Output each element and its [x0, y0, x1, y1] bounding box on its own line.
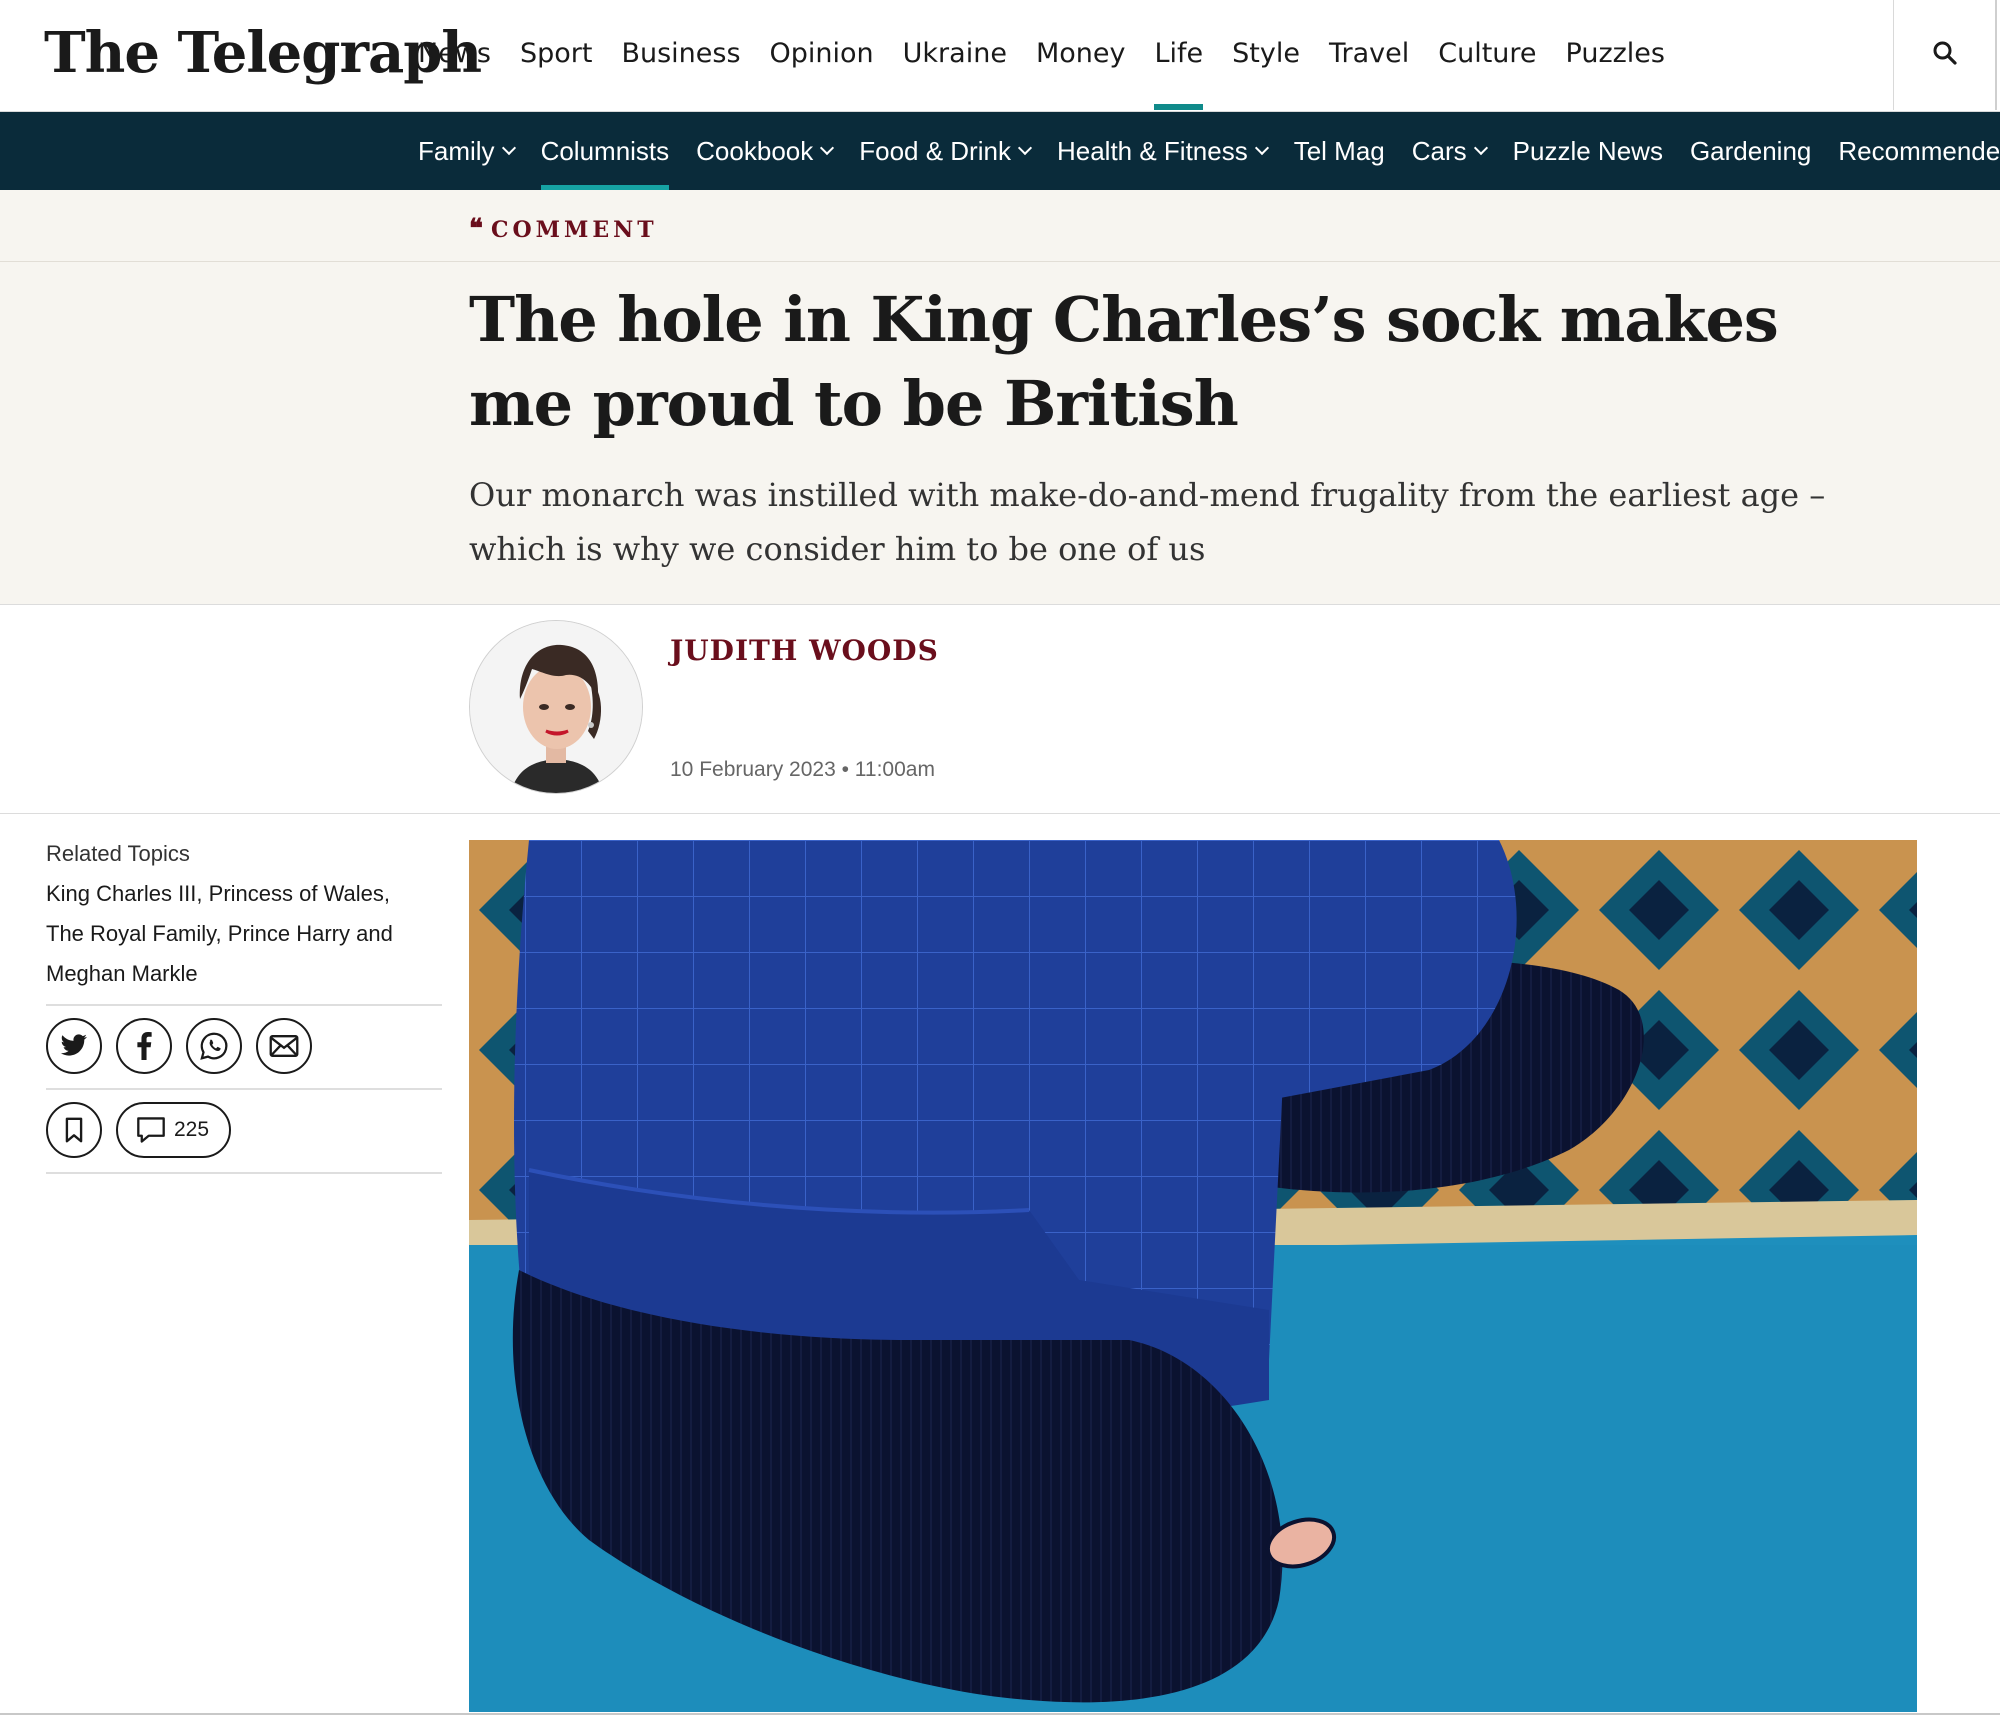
subnav-item-tel-mag[interactable]: Tel Mag [1294, 112, 1385, 190]
comment-icon [137, 1117, 165, 1143]
main-nav: News Sport Business Opinion Ukraine Mone… [418, 0, 1694, 110]
share-facebook-button[interactable] [116, 1018, 172, 1074]
search-icon [1933, 41, 1957, 65]
author-portrait [470, 621, 642, 793]
subnav-item-cookbook[interactable]: Cookbook [696, 112, 835, 190]
site-header: The Telegraph News Sport Business Opinio… [0, 0, 2000, 112]
page-divider [0, 1713, 2000, 1715]
nav-item-style[interactable]: Style [1232, 0, 1300, 110]
sock-photo [469, 840, 1917, 1712]
site-logo[interactable]: The Telegraph [44, 18, 482, 88]
byline: JUDITH WOODS 10 February 2023 • 11:00am [0, 606, 2000, 814]
search-button[interactable] [1893, 0, 1997, 110]
twitter-icon [60, 1034, 87, 1056]
nav-item-travel[interactable]: Travel [1329, 0, 1409, 110]
bookmark-button[interactable] [46, 1102, 102, 1158]
divider [46, 1172, 442, 1174]
publish-date: 10 February 2023 • 11:00am [670, 758, 935, 781]
article-sidebar: Related Topics King Charles III, Princes… [46, 836, 442, 1174]
nav-item-business[interactable]: Business [621, 0, 740, 110]
kicker-row: ❝ COMMENT [0, 190, 2000, 262]
related-topic-link[interactable]: The Royal Family [46, 921, 216, 946]
subnav-item-puzzle-news[interactable]: Puzzle News [1513, 112, 1663, 190]
subnav-item-cars[interactable]: Cars [1411, 112, 1488, 190]
subnav-item-food-drink[interactable]: Food & Drink [859, 112, 1033, 190]
nav-item-sport[interactable]: Sport [520, 0, 592, 110]
share-twitter-button[interactable] [46, 1018, 102, 1074]
subnav-label: Puzzle News [1512, 136, 1663, 166]
subnav-item-gardening[interactable]: Gardening [1690, 112, 1811, 190]
subnav-label: Gardening [1689, 136, 1812, 166]
related-topics-label: Related Topics [46, 841, 190, 866]
kicker-label: COMMENT [491, 217, 658, 243]
section-subnav: Family Columnists Cookbook Food & Drink … [0, 112, 2000, 190]
article-header: ❝ COMMENT The hole in King Charles’s sock… [0, 190, 2000, 605]
whatsapp-icon [200, 1032, 228, 1060]
article-headline: The hole in King Charles’s sock makes me… [469, 283, 1779, 440]
share-email-button[interactable] [256, 1018, 312, 1074]
subnav-label: Recommended [1838, 136, 2000, 166]
article-standfirst: Our monarch was instilled with make-do-a… [469, 476, 1826, 568]
chevron-down-icon [1017, 140, 1033, 156]
nav-item-puzzles[interactable]: Puzzles [1566, 0, 1665, 110]
nav-item-news[interactable]: News [418, 0, 491, 110]
comments-button[interactable]: 225 [116, 1102, 232, 1158]
share-buttons [46, 1006, 442, 1088]
article-actions: 225 [46, 1090, 442, 1172]
bookmark-icon [65, 1117, 83, 1143]
facebook-icon [137, 1032, 152, 1060]
subnav-item-columnists[interactable]: Columnists [540, 112, 670, 190]
subnav-item-health-fitness[interactable]: Health & Fitness [1056, 112, 1269, 190]
subnav-item-recommended[interactable]: Recommended [1838, 112, 2000, 190]
subnav-label: Tel Mag [1293, 136, 1385, 166]
comment-count: 225 [174, 1118, 210, 1141]
nav-item-money[interactable]: Money [1036, 0, 1126, 110]
share-whatsapp-button[interactable] [186, 1018, 242, 1074]
subnav-label: Health & Fitness [1056, 136, 1248, 166]
nav-item-life[interactable]: Life [1154, 0, 1203, 110]
subnav-label: Family [418, 136, 495, 166]
chevron-down-icon [820, 140, 835, 156]
related-topics-list: King Charles III, Princess of Wales, The… [46, 881, 393, 986]
chevron-down-icon [1473, 140, 1488, 156]
subnav-item-family[interactable]: Family [418, 112, 516, 190]
subnav-label: Cookbook [696, 136, 814, 166]
hero-image [469, 840, 1917, 1712]
chevron-down-icon [1254, 140, 1269, 156]
subnav-label: Cars [1411, 136, 1467, 166]
nav-item-opinion[interactable]: Opinion [770, 0, 874, 110]
author-avatar[interactable] [469, 620, 643, 794]
subnav-label: Columnists [540, 136, 670, 166]
chevron-down-icon [501, 140, 516, 156]
email-icon [269, 1035, 299, 1057]
subnav-label: Food & Drink [859, 136, 1011, 166]
nav-item-ukraine[interactable]: Ukraine [903, 0, 1007, 110]
quote-icon: ❝ [469, 214, 483, 244]
related-topic-link[interactable]: Princess of Wales [209, 881, 384, 906]
comment-kicker[interactable]: ❝ COMMENT [469, 214, 658, 244]
nav-item-culture[interactable]: Culture [1438, 0, 1536, 110]
related-topic-link[interactable]: King Charles III [46, 881, 196, 906]
author-name[interactable]: JUDITH WOODS [670, 634, 939, 667]
